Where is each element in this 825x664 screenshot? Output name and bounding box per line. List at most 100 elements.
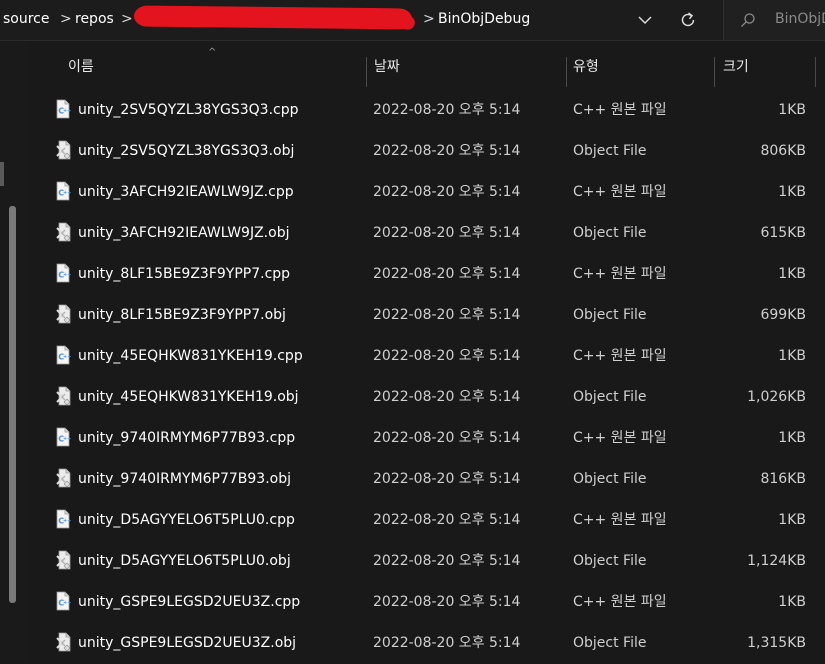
file-size: 615KB xyxy=(760,225,806,241)
file-size: 1KB xyxy=(778,512,806,528)
search-icon xyxy=(741,13,755,27)
file-type: Object File xyxy=(573,225,647,241)
breadcrumb-item-repos[interactable]: repos xyxy=(75,10,114,28)
file-size: 1,315KB xyxy=(747,635,806,651)
file-name: unity_45EQHKW831YKEH19.cpp xyxy=(78,348,303,364)
file-row[interactable]: unity_2SV5QYZL38YGS3Q3.obj 2022-08-20 오후… xyxy=(28,131,825,172)
file-row[interactable]: unity_9740IRMYM6P77B93.obj 2022-08-20 오후… xyxy=(28,459,825,500)
file-name: unity_2SV5QYZL38YGS3Q3.cpp xyxy=(78,102,299,118)
column-header-size[interactable]: 크기 xyxy=(723,58,749,76)
column-divider[interactable] xyxy=(714,57,715,87)
file-type: Object File xyxy=(573,389,647,405)
file-name: unity_GSPE9LEGSD2UEU3Z.obj xyxy=(78,635,297,651)
file-size: 1,124KB xyxy=(747,553,806,569)
file-size: 1KB xyxy=(778,266,806,282)
navigation-pane xyxy=(0,41,28,662)
file-date: 2022-08-20 오후 5:14 xyxy=(373,471,521,487)
obj-file-icon xyxy=(53,632,73,654)
nav-scrollbar[interactable] xyxy=(9,206,16,603)
svg-text:++: ++ xyxy=(63,436,71,442)
file-type: C++ 원본 파일 xyxy=(573,184,667,200)
cpp-file-icon: C ++ xyxy=(53,99,73,121)
svg-text:++: ++ xyxy=(63,272,71,278)
file-type: C++ 원본 파일 xyxy=(573,102,667,118)
file-size: 1KB xyxy=(778,348,806,364)
file-row[interactable]: C ++ unity_GSPE9LEGSD2UEU3Z.cpp 2022-08-2… xyxy=(28,582,825,623)
file-type: Object File xyxy=(573,307,647,323)
redaction-mark xyxy=(133,5,413,30)
file-date: 2022-08-20 오후 5:14 xyxy=(373,307,521,323)
file-date: 2022-08-20 오후 5:14 xyxy=(373,225,521,241)
file-row[interactable]: C ++ unity_9740IRMYM6P77B93.cpp 2022-08-2… xyxy=(28,418,825,459)
file-name: unity_9740IRMYM6P77B93.cpp xyxy=(78,430,296,446)
file-size: 1KB xyxy=(778,594,806,610)
svg-text:++: ++ xyxy=(63,600,71,606)
file-date: 2022-08-20 오후 5:14 xyxy=(373,430,521,446)
file-type: C++ 원본 파일 xyxy=(573,594,667,610)
file-row[interactable]: unity_45EQHKW831YKEH19.obj 2022-08-20 오후… xyxy=(28,377,825,418)
breadcrumb-separator[interactable]: > xyxy=(60,10,72,28)
file-type: Object File xyxy=(573,471,647,487)
breadcrumb-item-source[interactable]: source xyxy=(3,10,50,28)
file-size: 699KB xyxy=(760,307,806,323)
cpp-file-icon: C ++ xyxy=(53,591,73,613)
column-header-type[interactable]: 유형 xyxy=(573,58,599,76)
file-type: C++ 원본 파일 xyxy=(573,348,667,364)
file-name: unity_45EQHKW831YKEH19.obj xyxy=(78,389,299,405)
cpp-file-icon: C ++ xyxy=(53,181,73,203)
file-name: unity_GSPE9LEGSD2UEU3Z.cpp xyxy=(78,594,301,610)
file-size: 806KB xyxy=(760,143,806,159)
column-header-row: ^ 이름 날짜 유형 크기 xyxy=(28,41,825,91)
breadcrumb-separator[interactable]: > xyxy=(121,10,133,28)
file-date: 2022-08-20 오후 5:14 xyxy=(373,143,521,159)
file-name: unity_9740IRMYM6P77B93.obj xyxy=(78,471,291,487)
file-row[interactable]: C ++ unity_8LF15BE9Z3F9YPP7.cpp 2022-08-2… xyxy=(28,254,825,295)
obj-file-icon xyxy=(53,304,73,326)
file-size: 816KB xyxy=(760,471,806,487)
file-type: Object File xyxy=(573,635,647,651)
file-name: unity_8LF15BE9Z3F9YPP7.cpp xyxy=(78,266,291,282)
file-size: 1KB xyxy=(778,184,806,200)
obj-file-icon xyxy=(53,386,73,408)
file-name: unity_2SV5QYZL38YGS3Q3.obj xyxy=(78,143,295,159)
file-row[interactable]: unity_8LF15BE9Z3F9YPP7.obj 2022-08-20 오후… xyxy=(28,295,825,336)
column-divider[interactable] xyxy=(566,57,567,87)
cpp-file-icon: C ++ xyxy=(53,345,73,367)
search-box[interactable]: BinObjD xyxy=(723,0,825,40)
column-header-name[interactable]: 이름 xyxy=(68,58,94,76)
obj-file-icon xyxy=(53,140,73,162)
file-row[interactable]: unity_D5AGYYELO6T5PLU0.obj 2022-08-20 오후… xyxy=(28,541,825,582)
file-size: 1KB xyxy=(778,102,806,118)
refresh-button[interactable] xyxy=(672,0,704,40)
column-divider[interactable] xyxy=(366,57,367,87)
svg-text:++: ++ xyxy=(63,354,71,360)
obj-file-icon xyxy=(53,222,73,244)
svg-text:++: ++ xyxy=(63,108,71,114)
column-header-date[interactable]: 날짜 xyxy=(374,58,400,76)
breadcrumb-item-binobjdebug[interactable]: BinObjDebug xyxy=(438,10,530,28)
file-name: unity_3AFCH92IEAWLW9JZ.obj xyxy=(78,225,290,241)
file-row[interactable]: unity_3AFCH92IEAWLW9JZ.obj 2022-08-20 오후… xyxy=(28,213,825,254)
file-row[interactable]: C ++ unity_2SV5QYZL38YGS3Q3.cpp 2022-08-2… xyxy=(28,90,825,131)
file-name: unity_3AFCH92IEAWLW9JZ.cpp xyxy=(78,184,294,200)
file-date: 2022-08-20 오후 5:14 xyxy=(373,553,521,569)
address-history-button[interactable] xyxy=(630,0,660,40)
file-type: C++ 원본 파일 xyxy=(573,512,667,528)
file-date: 2022-08-20 오후 5:14 xyxy=(373,389,521,405)
cpp-file-icon: C ++ xyxy=(53,427,73,449)
file-row[interactable]: C ++ unity_D5AGYYELO6T5PLU0.cpp 2022-08-2… xyxy=(28,500,825,541)
file-date: 2022-08-20 오후 5:14 xyxy=(373,102,521,118)
file-row[interactable]: C ++ unity_45EQHKW831YKEH19.cpp 2022-08-2… xyxy=(28,336,825,377)
breadcrumb-separator[interactable]: > xyxy=(423,10,435,28)
svg-text:++: ++ xyxy=(63,518,71,524)
file-row[interactable]: unity_GSPE9LEGSD2UEU3Z.obj 2022-08-20 오후… xyxy=(28,623,825,664)
file-size: 1,026KB xyxy=(747,389,806,405)
refresh-icon xyxy=(681,12,695,27)
file-row[interactable]: C ++ unity_3AFCH92IEAWLW9JZ.cpp 2022-08-2… xyxy=(28,172,825,213)
file-type: C++ 원본 파일 xyxy=(573,430,667,446)
column-divider[interactable] xyxy=(815,57,816,87)
file-name: unity_D5AGYYELO6T5PLU0.cpp xyxy=(78,512,295,528)
search-input[interactable]: BinObjD xyxy=(775,10,825,28)
breadcrumb: source > repos > > BinObjDebug xyxy=(0,0,630,40)
file-date: 2022-08-20 오후 5:14 xyxy=(373,594,521,610)
